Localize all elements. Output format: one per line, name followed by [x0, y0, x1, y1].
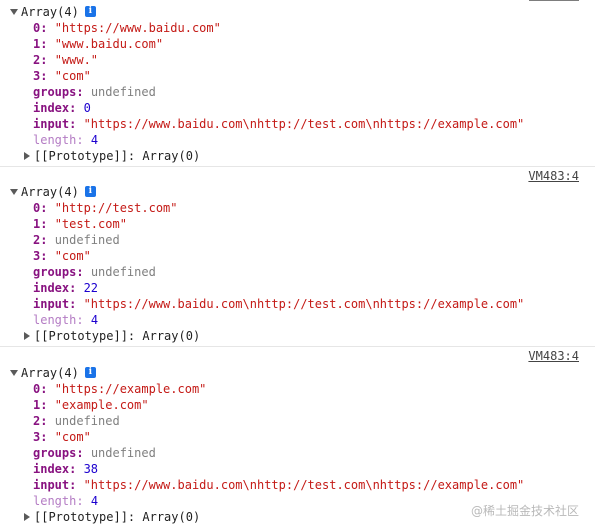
groups-prop: groups: undefined	[33, 85, 156, 99]
info-icon[interactable]: i	[84, 367, 96, 378]
expand-triangle-icon[interactable]	[10, 369, 18, 376]
length-prop: length: 4	[33, 313, 99, 327]
index-prop: index: 38	[33, 462, 99, 476]
array-label: Array(4)	[21, 5, 79, 19]
array-item: 1: "example.com"	[33, 398, 149, 412]
array-item: 0: "https://www.baidu.com"	[33, 21, 221, 35]
array-header[interactable]: Array(4) i	[0, 184, 595, 200]
input-prop: input: "https://www.baidu.com\nhttp://te…	[33, 117, 525, 131]
console-entry: Array(4) i 0: "https://example.com" 1: "e…	[0, 365, 595, 525]
collapse-triangle-icon[interactable]	[24, 151, 30, 160]
array-item: 1: "www.baidu.com"	[33, 37, 164, 51]
input-prop: input: "https://www.baidu.com\nhttp://te…	[33, 297, 525, 311]
length-prop: length: 4	[33, 133, 99, 147]
watermark: @稀土掘金技术社区	[470, 504, 579, 518]
array-item: 0: "https://example.com"	[33, 382, 207, 396]
groups-prop: groups: undefined	[33, 446, 156, 460]
input-prop: input: "https://www.baidu.com\nhttp://te…	[33, 478, 525, 492]
collapse-triangle-icon[interactable]	[24, 512, 30, 521]
index-prop: index: 22	[33, 281, 99, 295]
expand-triangle-icon[interactable]	[10, 8, 18, 15]
expand-triangle-icon[interactable]	[10, 188, 18, 195]
info-icon[interactable]: i	[84, 6, 96, 17]
top-divider	[529, 0, 579, 1]
console-entry: Array(4) i 0: "http://test.com" 1: "test.…	[0, 184, 595, 344]
source-link[interactable]: VM483:4	[528, 169, 579, 183]
array-label: Array(4)	[21, 185, 79, 199]
groups-prop: groups: undefined	[33, 265, 156, 279]
array-item: 3: "com"	[33, 249, 91, 263]
array-item: 2: "www."	[33, 53, 99, 67]
prototype-row[interactable]: [[Prototype]]: Array(0)	[0, 148, 595, 164]
info-icon[interactable]: i	[84, 186, 96, 197]
array-item: 3: "com"	[33, 430, 91, 444]
console-entry: Array(4) i 0: "https://www.baidu.com" 1: …	[0, 4, 595, 164]
array-item: 2: undefined	[33, 233, 120, 247]
array-item: 1: "test.com"	[33, 217, 127, 231]
index-prop: index: 0	[33, 101, 91, 115]
source-link[interactable]: VM483:4	[528, 349, 579, 363]
prototype-row[interactable]: [[Prototype]]: Array(0)	[0, 328, 595, 344]
array-header[interactable]: Array(4) i	[0, 365, 595, 381]
collapse-triangle-icon[interactable]	[24, 331, 30, 340]
entry-divider	[0, 346, 595, 347]
array-item: 3: "com"	[33, 69, 91, 83]
array-item: 2: undefined	[33, 414, 120, 428]
array-item: 0: "http://test.com"	[33, 201, 178, 215]
array-header[interactable]: Array(4) i	[0, 4, 595, 20]
entry-divider	[0, 166, 595, 167]
array-label: Array(4)	[21, 366, 79, 380]
